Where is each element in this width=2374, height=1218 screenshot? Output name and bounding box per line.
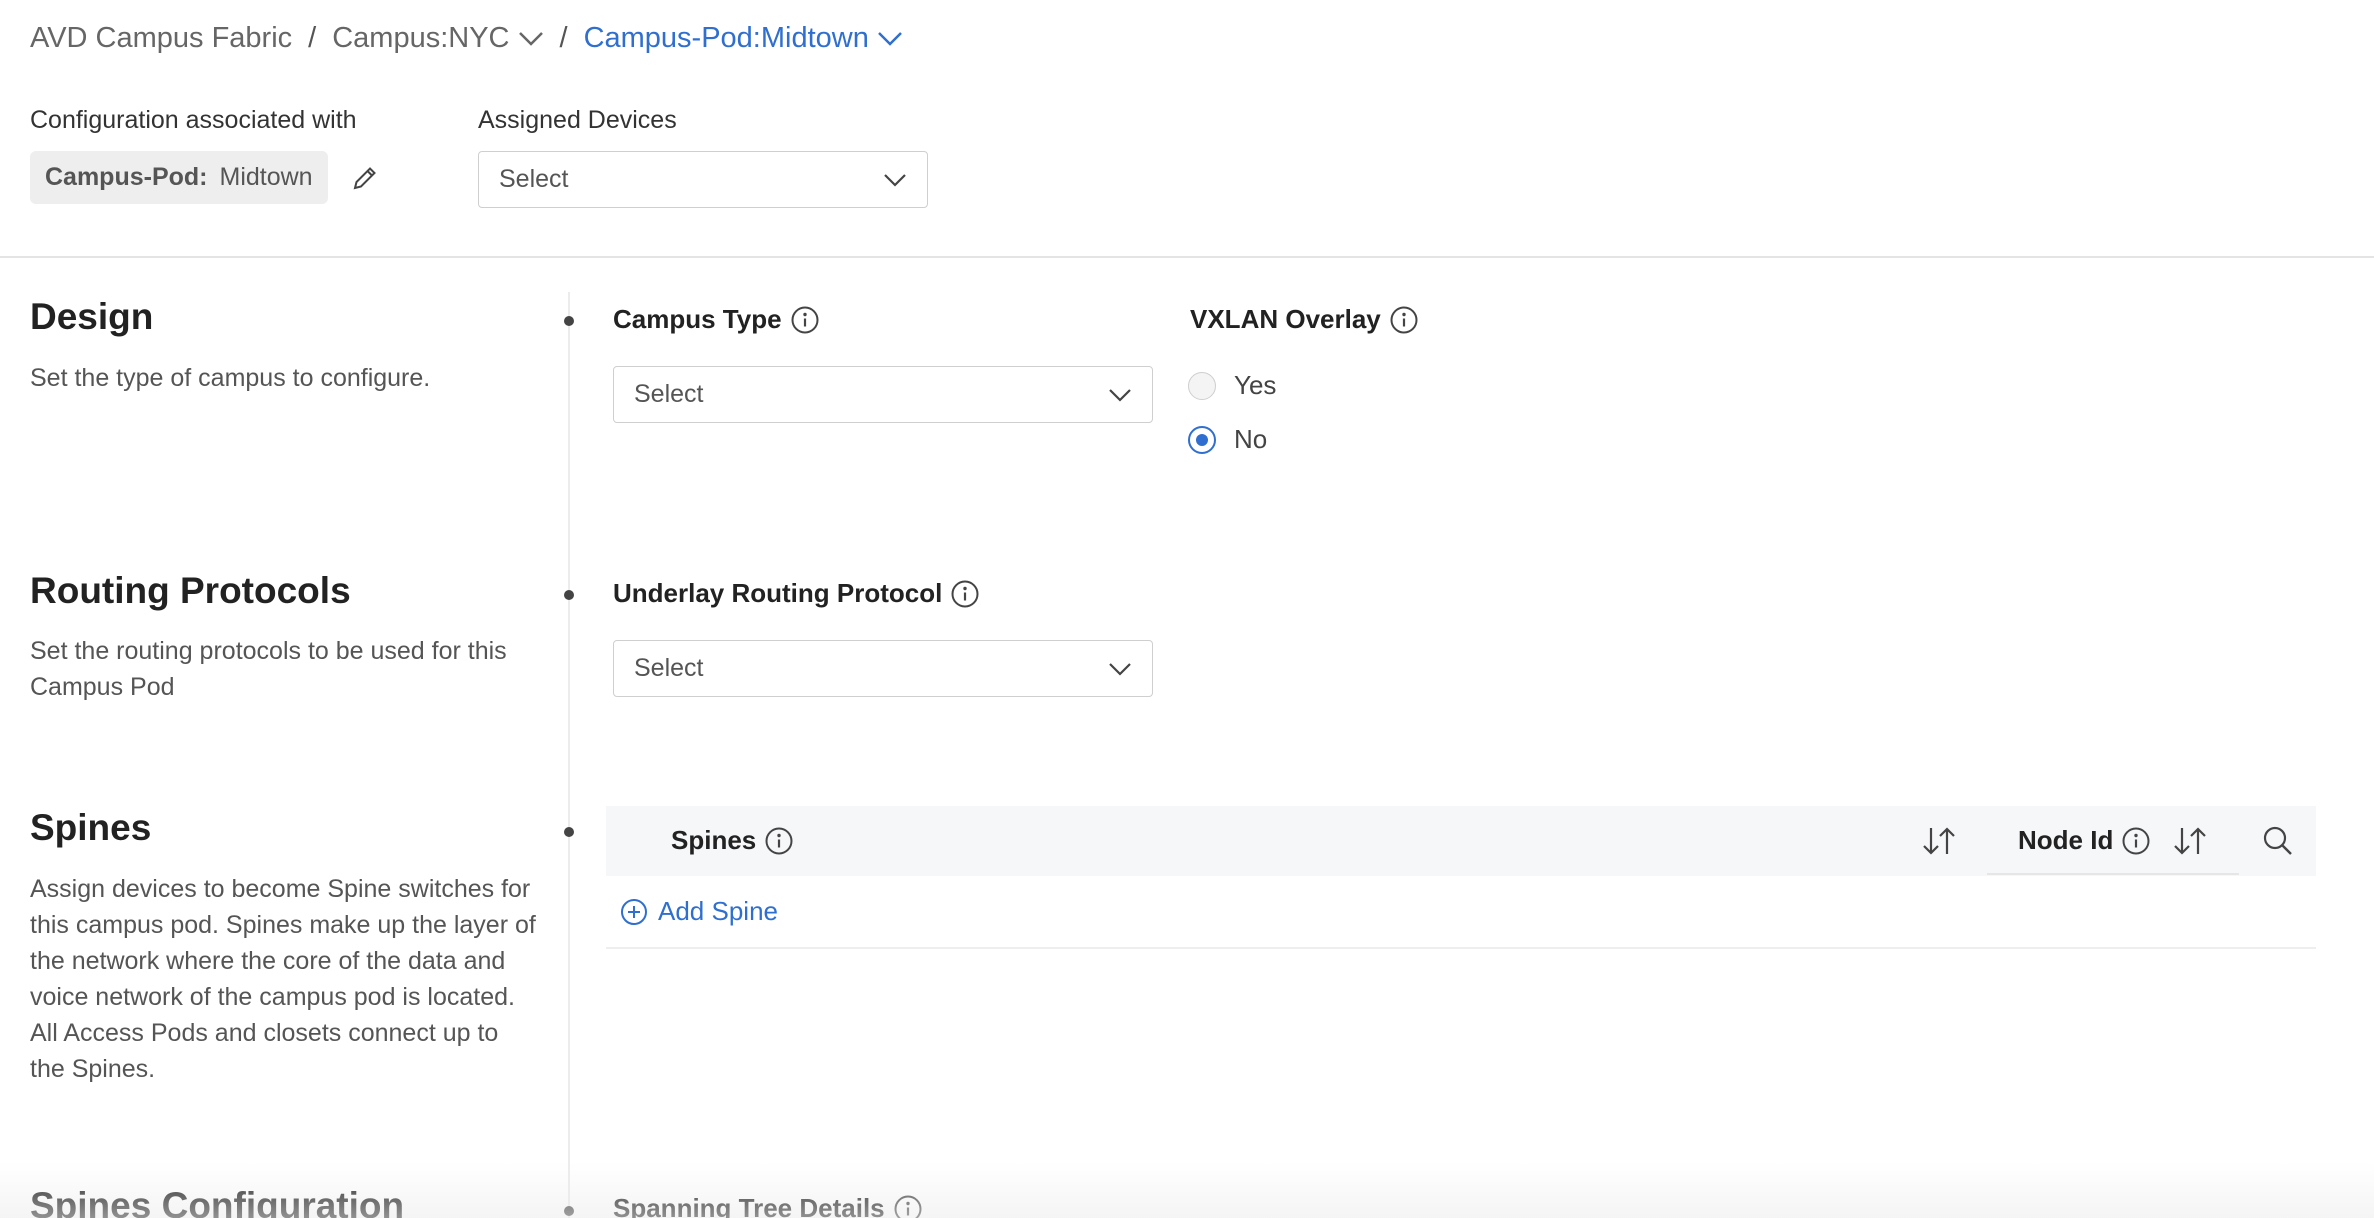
routing-title: Routing Protocols [30,570,351,611]
association-chip: Campus-Pod: Midtown [30,151,328,204]
vxlan-option-no[interactable]: No [1188,424,1267,455]
campus-type-label-text: Campus Type [613,304,782,334]
pencil-icon[interactable] [350,163,380,193]
spines-description: Assign devices to become Spine switches … [30,875,536,1083]
assigned-devices-value: Select [499,165,569,193]
breadcrumb-separator: / [308,22,317,54]
spines-table-divider [606,947,2316,949]
info-icon[interactable] [790,305,820,335]
vxlan-overlay-label-text: VXLAN Overlay [1190,304,1381,334]
header-divider [0,256,2374,258]
breadcrumb: AVD Campus Fabric / Campus:NYC / Campus-… [30,22,903,55]
node-id-column-label: Node Id [2018,825,2114,855]
spines-config-title: Spines Configuration [30,1185,405,1218]
design-title: Design [30,296,154,337]
assigned-devices-select[interactable]: Select [478,151,928,208]
page: AVD Campus Fabric / Campus:NYC / Campus-… [0,0,2374,1218]
vxlan-option-no-label: No [1234,424,1268,454]
info-icon[interactable] [764,826,794,856]
association-chip-value: Midtown [219,163,313,191]
chevron-down-icon [1108,387,1132,403]
underlay-routing-value: Select [634,654,704,682]
chevron-down-icon [1108,661,1132,677]
underlay-routing-label-text: Underlay Routing Protocol [613,578,943,608]
radio-no[interactable] [1188,425,1216,454]
vxlan-option-yes-label: Yes [1234,370,1277,400]
campus-type-value: Select [634,380,704,408]
breadcrumb-pod[interactable]: Campus-Pod:Midtown [584,22,903,55]
info-icon[interactable] [950,579,980,609]
breadcrumb-separator: / [559,22,568,54]
vxlan-overlay-label: VXLAN Overlay [1190,304,1419,335]
sort-icon[interactable] [2172,824,2208,858]
spines-config-timeline-dot [564,1206,574,1216]
routing-timeline-dot [564,590,574,600]
info-icon[interactable] [2121,826,2151,856]
campus-type-label: Campus Type [613,304,820,335]
section-timeline [568,292,570,1218]
breadcrumb-root[interactable]: AVD Campus Fabric [30,22,292,55]
spines-column-header[interactable]: Spines [671,825,794,856]
underlay-routing-label: Underlay Routing Protocol [613,578,980,609]
plus-circle-icon [620,898,648,926]
spanning-tree-label-text: Spanning Tree Details [613,1193,885,1218]
underlay-routing-select[interactable]: Select [613,640,1153,697]
node-id-column-header[interactable]: Node Id [2018,825,2151,856]
breadcrumb-campus-label: Campus:NYC [332,22,510,54]
add-spine-label: Add Spine [658,896,778,926]
add-spine-button[interactable]: Add Spine [620,896,778,927]
association-chip-key: Campus-Pod: [45,163,208,191]
chevron-down-icon[interactable] [518,30,544,48]
breadcrumb-campus[interactable]: Campus:NYC [332,22,543,55]
routing-description: Set the routing protocols to be used for… [30,637,507,701]
assigned-devices-label: Assigned Devices [478,106,677,134]
vxlan-option-yes[interactable]: Yes [1188,370,1276,401]
spines-timeline-dot [564,827,574,837]
design-timeline-dot [564,316,574,326]
chevron-down-icon [883,172,907,188]
chevron-down-icon[interactable] [877,30,903,48]
spines-title: Spines [30,807,152,848]
search-icon[interactable] [2262,825,2294,857]
node-id-column-divider [1987,873,2239,875]
association-label: Configuration associated with [30,106,357,134]
info-icon[interactable] [1389,305,1419,335]
radio-yes[interactable] [1188,371,1216,400]
sort-icon[interactable] [1921,824,1957,858]
spines-column-label: Spines [671,825,757,855]
breadcrumb-pod-label: Campus-Pod:Midtown [583,22,869,54]
info-icon[interactable] [893,1194,923,1218]
design-description: Set the type of campus to configure. [30,364,431,392]
campus-type-select[interactable]: Select [613,366,1153,423]
spanning-tree-label: Spanning Tree Details [613,1193,923,1218]
